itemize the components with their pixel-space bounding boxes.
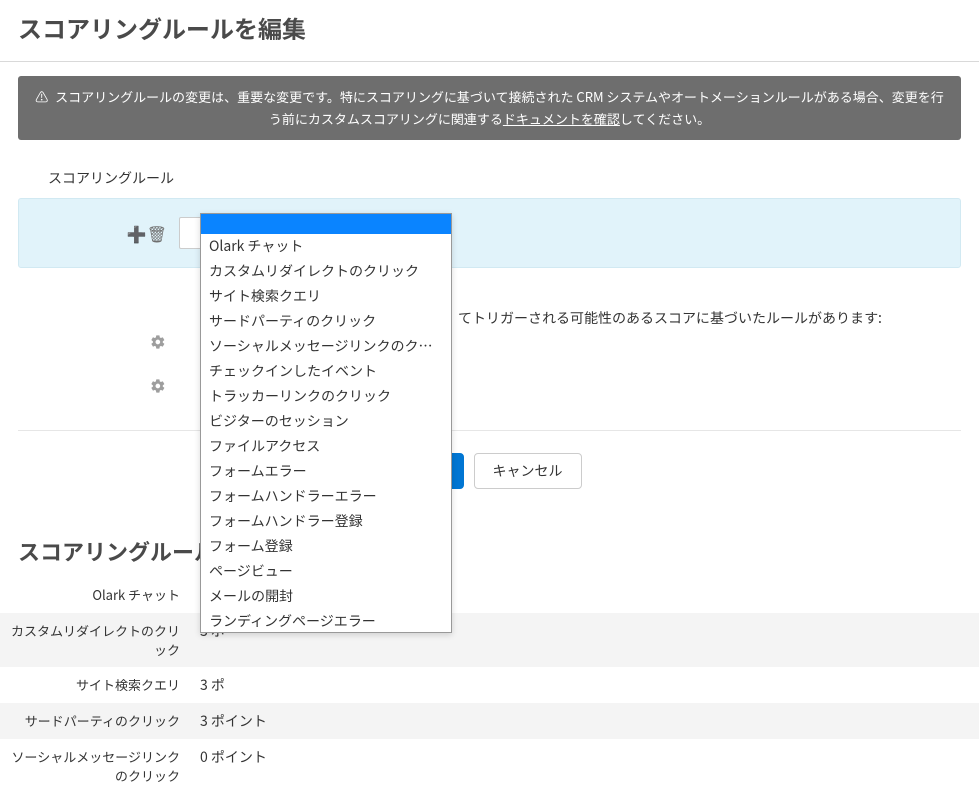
gear-icon[interactable] — [150, 378, 166, 394]
dropdown-option[interactable]: フォームエラー — [201, 459, 451, 484]
add-rule-icon[interactable]: ➕ — [127, 221, 147, 245]
table-row: Olark チャット10 — [0, 577, 979, 613]
rule-section-label: スコアリングルール — [0, 164, 979, 198]
dropdown-option[interactable]: フォーム登録 — [201, 534, 451, 559]
dropdown-option[interactable]: ビジターのセッション — [201, 409, 451, 434]
dropdown-option[interactable]: トラッカーリンクのクリック — [201, 384, 451, 409]
rules-table-title: スコアリングルール — [0, 535, 979, 577]
dropdown-option[interactable]: カスタムリダイレクトのクリック — [201, 259, 451, 284]
dropdown-option[interactable]: メールの開封 — [201, 584, 451, 609]
dropdown-option[interactable]: サードパーティのクリック — [201, 309, 451, 334]
dropdown-option[interactable]: ソーシャルメッセージリンクのクリック — [201, 334, 451, 359]
triggered-rules-info: てトリガーされる可能性のあるスコアに基づいたルールがあります: — [18, 308, 961, 328]
dropdown-option[interactable]: フォームハンドラー登録 — [201, 509, 451, 534]
rule-label: Olark チャット — [0, 577, 190, 613]
cancel-button[interactable]: キャンセル — [474, 453, 582, 489]
delete-rule-icon[interactable]: 🗑 — [147, 221, 167, 245]
warning-icon: ⚠ — [35, 86, 48, 108]
dropdown-option[interactable]: ページビュー — [201, 559, 451, 584]
dropdown-option[interactable]: ランディングページエラー — [201, 609, 451, 632]
dropdown-option[interactable]: サイト検索クエリ — [201, 284, 451, 309]
scoring-rules-table: Olark チャット10カスタムリダイレクトのクリック3 ポサイト検索クエリ3 … — [0, 577, 979, 793]
gear-icon[interactable] — [150, 334, 166, 350]
dropdown-option[interactable]: ファイルアクセス — [201, 434, 451, 459]
divider — [0, 61, 979, 62]
alert-text-before: スコアリングルールの変更は、重要な変更です。特にスコアリングに基づいて接続された… — [55, 87, 944, 128]
rule-value: 3 ポ — [190, 667, 979, 703]
page-title: スコアリングルールを編集 — [0, 0, 979, 61]
rule-label: ソーシャルメッセージリンクのクリック — [0, 739, 190, 793]
rule-row: ➕🗑 — [18, 198, 961, 268]
rule-type-dropdown[interactable]: Olark チャットカスタムリダイレクトのクリックサイト検索クエリサードパーティ… — [200, 213, 452, 633]
table-row: ソーシャルメッセージリンクのクリック0 ポイント — [0, 739, 979, 793]
table-row: サイト検索クエリ3 ポ — [0, 667, 979, 703]
rule-value: 0 ポイント — [190, 739, 979, 793]
alert-text-after: してください。 — [620, 109, 710, 128]
dropdown-option[interactable]: フォームハンドラーエラー — [201, 484, 451, 509]
alert-doc-link[interactable]: ドキュメントを確認 — [503, 109, 620, 128]
table-row: カスタムリダイレクトのクリック3 ポ — [0, 613, 979, 667]
dropdown-option[interactable] — [201, 214, 451, 234]
warning-alert: ⚠ スコアリングルールの変更は、重要な変更です。特にスコアリングに基づいて接続さ… — [18, 76, 961, 140]
dropdown-option[interactable]: Olark チャット — [201, 234, 451, 259]
rule-label: サイト検索クエリ — [0, 667, 190, 703]
dropdown-option[interactable]: チェックインしたイベント — [201, 359, 451, 384]
rule-label: カスタムリダイレクトのクリック — [0, 613, 190, 667]
